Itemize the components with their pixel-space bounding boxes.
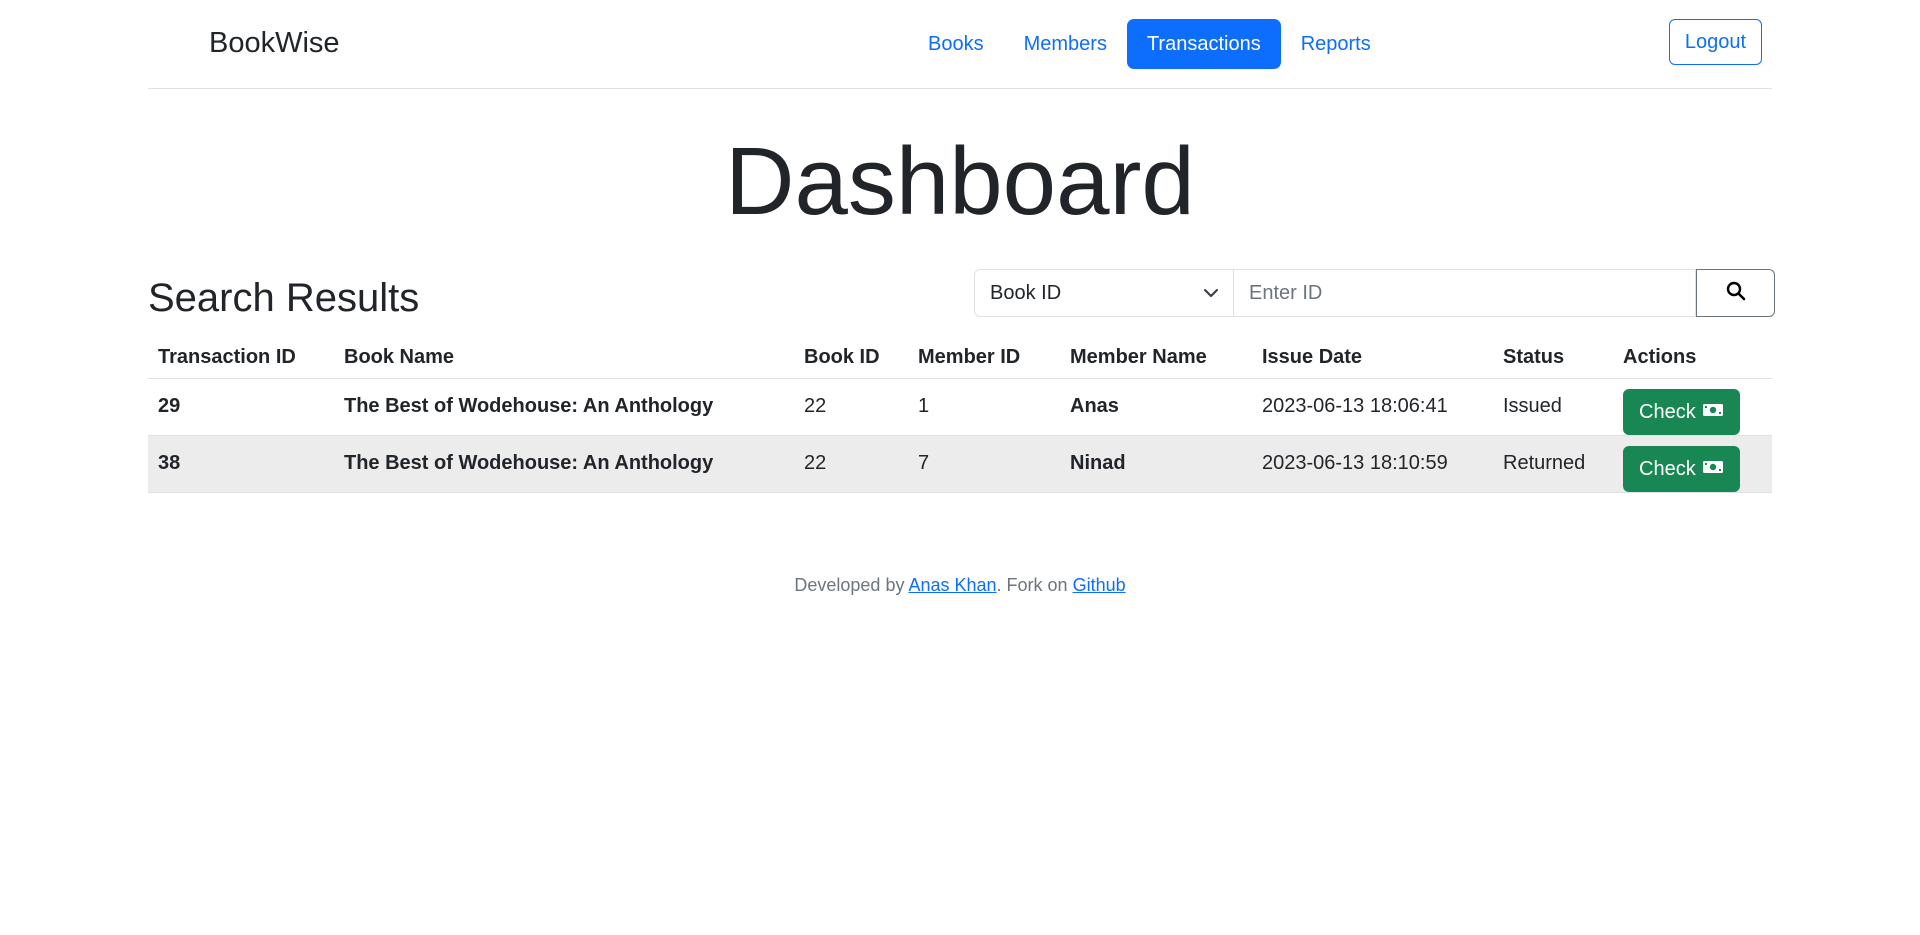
cell-member-id: 1: [908, 378, 1060, 436]
id-search-input[interactable]: [1234, 269, 1696, 317]
check-button[interactable]: Check: [1623, 389, 1740, 435]
nav-transactions[interactable]: Transactions: [1126, 19, 1281, 69]
cell-actions: Check: [1613, 435, 1772, 493]
col-member-id: Member ID: [908, 334, 1060, 379]
search-field-value: Book ID: [990, 281, 1062, 304]
cell-book-name: The Best of Wodehouse: An Anthology: [334, 378, 794, 436]
search-row: Search Results Book ID: [148, 269, 1775, 334]
footer-middle: . Fork on: [996, 575, 1073, 595]
check-button-label: Check: [1639, 400, 1696, 423]
cell-status: Returned: [1493, 435, 1613, 493]
table-header-row: Transaction ID Book Name Book ID Member …: [148, 334, 1772, 379]
main-nav: Books Members Transactions Reports: [908, 19, 1391, 69]
table-row: 29 The Best of Wodehouse: An Anthology 2…: [148, 378, 1772, 436]
results-title: Search Results: [148, 276, 420, 320]
col-status: Status: [1493, 334, 1613, 379]
check-button[interactable]: Check: [1623, 446, 1740, 492]
col-issue-date: Issue Date: [1252, 334, 1493, 379]
cell-transaction-id: 29: [148, 378, 334, 436]
cell-issue-date: 2023-06-13 18:10:59: [1252, 435, 1493, 493]
cell-book-name: The Best of Wodehouse: An Anthology: [334, 435, 794, 493]
nav-books[interactable]: Books: [908, 19, 1004, 69]
footer-prefix: Developed by: [794, 575, 909, 595]
cell-book-id: 22: [794, 435, 908, 493]
cell-issue-date: 2023-06-13 18:06:41: [1252, 378, 1493, 436]
search-form: Book ID: [974, 269, 1775, 317]
cell-member-id: 7: [908, 435, 1060, 493]
money-icon: [1702, 458, 1724, 481]
nav-reports[interactable]: Reports: [1281, 19, 1391, 69]
col-member-name: Member Name: [1060, 334, 1252, 379]
app-container: BookWise Books Members Transactions Repo…: [148, 0, 1775, 596]
col-book-id: Book ID: [794, 334, 908, 379]
github-link[interactable]: Github: [1073, 575, 1126, 595]
cell-member-name: Anas: [1060, 378, 1252, 436]
check-button-label: Check: [1639, 457, 1696, 480]
cell-status: Issued: [1493, 378, 1613, 436]
cell-member-name: Ninad: [1060, 435, 1252, 493]
transactions-table: Transaction ID Book Name Book ID Member …: [148, 334, 1772, 493]
page-title: Dashboard: [725, 128, 1195, 235]
col-book-name: Book Name: [334, 334, 794, 379]
table-row: 38 The Best of Wodehouse: An Anthology 2…: [148, 435, 1772, 493]
footer: Developed by Anas Khan. Fork on Github: [148, 575, 1772, 596]
col-actions: Actions: [1613, 334, 1772, 379]
author-link[interactable]: Anas Khan: [908, 575, 996, 595]
search-field-select[interactable]: Book ID: [974, 269, 1234, 317]
cell-book-id: 22: [794, 378, 908, 436]
navbar: BookWise Books Members Transactions Repo…: [148, 0, 1772, 89]
col-transaction-id: Transaction ID: [148, 334, 334, 379]
chevron-down-icon: [1203, 284, 1219, 307]
money-icon: [1702, 401, 1724, 424]
search-button[interactable]: [1696, 269, 1775, 317]
cell-transaction-id: 38: [148, 435, 334, 493]
search-icon: [1726, 281, 1746, 306]
cell-actions: Check: [1613, 378, 1772, 436]
brand-logo[interactable]: BookWise: [209, 27, 340, 60]
nav-members[interactable]: Members: [1004, 19, 1127, 69]
logout-button[interactable]: Logout: [1668, 19, 1762, 65]
